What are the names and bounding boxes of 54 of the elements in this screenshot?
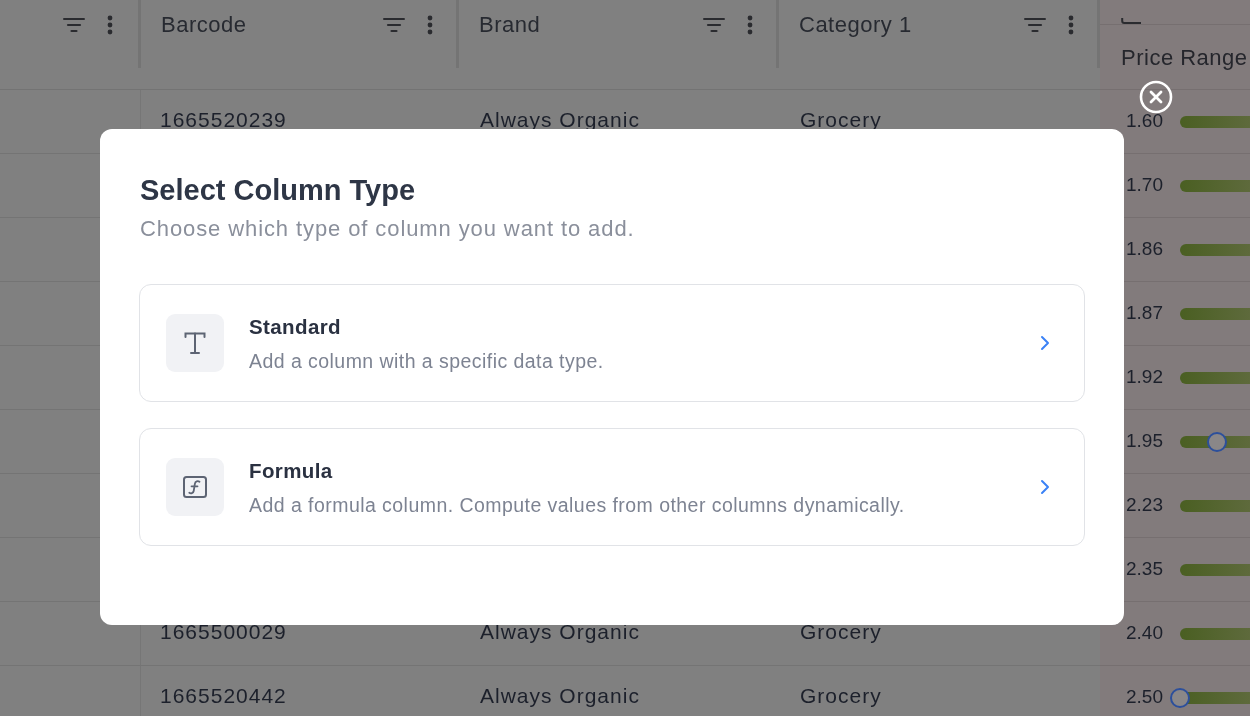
column-type-option[interactable]: Standard Add a column with a specific data type. <box>139 284 1085 402</box>
dialog-title: Select Column Type <box>140 173 417 207</box>
column-header[interactable]: Brand <box>479 12 541 89</box>
price-value: 1.95 <box>1126 433 1163 448</box>
text-type-icon <box>166 314 224 372</box>
more-vertical-icon[interactable] <box>427 15 433 35</box>
column-type-option[interactable]: Formula Add a formula column. Compute values from other columns dynamically. <box>139 428 1085 546</box>
more-vertical-icon[interactable] <box>747 15 753 35</box>
range-bar <box>1180 307 1250 320</box>
range-bar <box>1180 115 1250 128</box>
table-cell: Grocery <box>800 620 882 643</box>
close-button[interactable] <box>1139 80 1173 114</box>
range-bar <box>1180 627 1250 640</box>
table-cell: Grocery <box>800 108 882 131</box>
option-description: Add a formula column. Compute values from other columns dynamically. <box>249 493 905 516</box>
more-vertical-icon[interactable] <box>107 15 113 35</box>
price-value: 1.87 <box>1126 305 1163 320</box>
table-cell: 1665520239 <box>160 108 287 131</box>
filter-icon[interactable] <box>383 17 405 33</box>
range-bar <box>1180 179 1250 192</box>
price-value: 2.50 <box>1126 689 1163 704</box>
option-title: Standard <box>249 314 343 339</box>
price-value: 1.70 <box>1126 177 1163 192</box>
table-cell: Always Organic <box>480 684 640 707</box>
table-cell: Always Organic <box>480 620 640 643</box>
function-icon <box>166 458 224 516</box>
price-value: 1.86 <box>1126 241 1163 256</box>
column-header[interactable]: Category 1 <box>799 12 912 89</box>
price-value: 2.23 <box>1126 497 1163 512</box>
price-value: 1.60 <box>1126 113 1163 128</box>
filter-icon[interactable] <box>1024 17 1046 33</box>
range-bar <box>1180 243 1250 256</box>
table-cell: 1665520442 <box>160 684 287 707</box>
table-cell: Always Organic <box>480 108 640 131</box>
range-marker[interactable] <box>1170 687 1190 708</box>
range-bar <box>1180 563 1250 576</box>
table-cell: 1665500029 <box>160 620 287 643</box>
table-cell: Grocery <box>800 684 882 707</box>
filter-icon[interactable] <box>63 17 85 33</box>
option-description: Add a column with a specific data type. <box>249 349 604 372</box>
chevron-right-icon <box>1040 479 1050 495</box>
more-vertical-icon[interactable] <box>1068 15 1074 35</box>
range-bar <box>1180 371 1250 384</box>
range-bar <box>1180 499 1250 512</box>
option-title: Formula <box>249 458 334 483</box>
price-value: 1.92 <box>1126 369 1163 384</box>
dialog-subtitle: Choose which type of column you want to add. <box>140 216 636 242</box>
price-value: 2.40 <box>1126 625 1163 640</box>
column-header[interactable]: Price Range <box>1121 40 1248 74</box>
price-value: 2.35 <box>1126 561 1163 576</box>
chevron-right-icon <box>1040 335 1050 351</box>
column-header[interactable]: Barcode <box>161 12 247 89</box>
range-marker[interactable] <box>1207 431 1228 452</box>
filter-icon[interactable] <box>703 17 725 33</box>
